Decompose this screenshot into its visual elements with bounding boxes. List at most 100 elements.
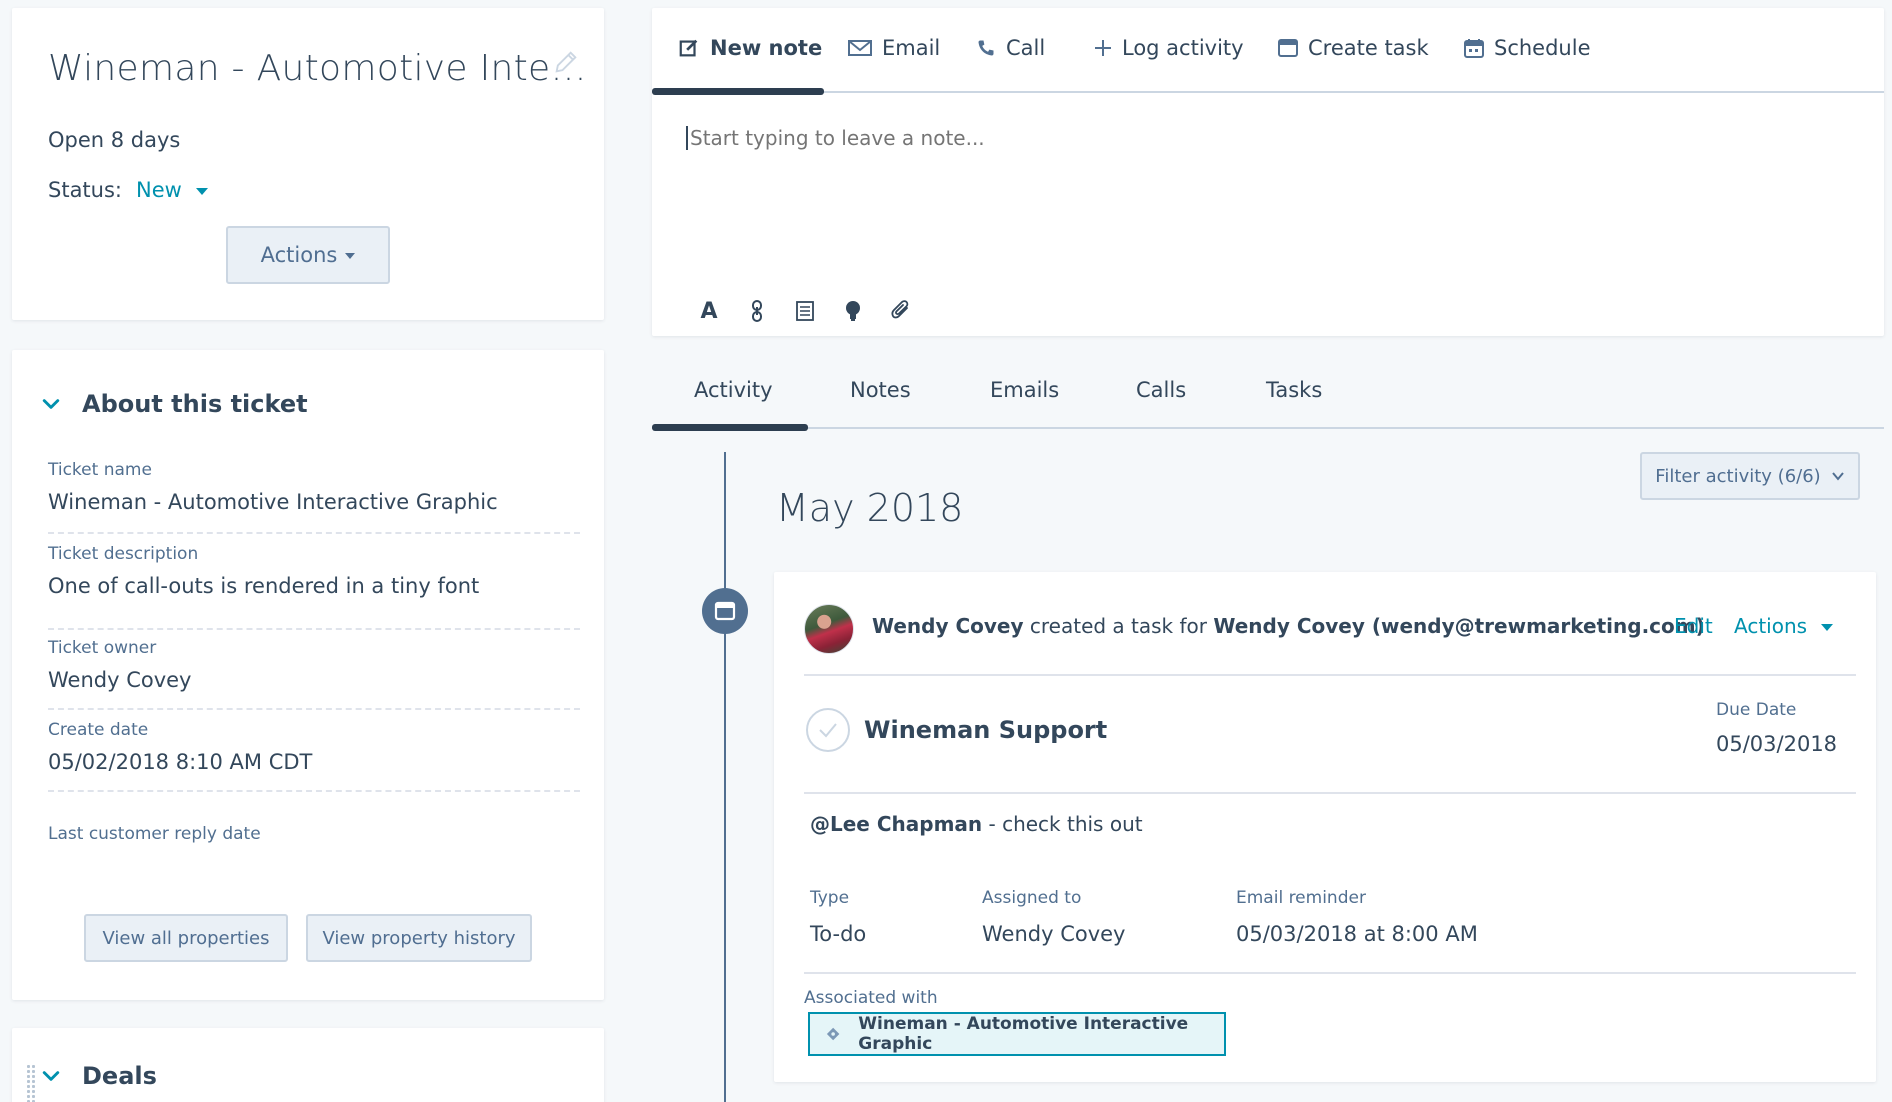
property-value[interactable]: 05/02/2018 8:10 AM CDT xyxy=(48,750,580,774)
tab-divider xyxy=(652,91,1884,93)
open-days: Open 8 days xyxy=(48,128,181,152)
caret-down-icon xyxy=(345,253,356,259)
plus-icon xyxy=(1095,40,1111,56)
property-value[interactable]: One of call-outs is rendered in a tiny f… xyxy=(48,574,580,598)
task-author[interactable]: Wendy Covey xyxy=(872,614,1024,638)
ticket-title: Wineman - Automotive Inte… xyxy=(48,48,587,89)
status-dropdown[interactable]: New xyxy=(136,178,182,202)
tab-emails[interactable]: Emails xyxy=(990,378,1059,402)
pencil-icon[interactable] xyxy=(552,48,580,76)
ticket-icon xyxy=(826,1027,840,1041)
deals-section-toggle[interactable]: Deals xyxy=(42,1062,157,1090)
deals-heading: Deals xyxy=(82,1062,157,1090)
divider xyxy=(804,972,1856,974)
drag-handle-icon[interactable] xyxy=(26,1064,36,1102)
tab-new-note[interactable]: New note xyxy=(678,36,822,60)
about-ticket-card: About this ticket Ticket name Wineman - … xyxy=(12,350,604,1000)
edit-icon xyxy=(679,39,698,57)
property-create-date[interactable]: Create date 05/02/2018 8:10 AM CDT xyxy=(48,720,580,792)
due-date-label: Due Date xyxy=(1716,700,1797,720)
property-value[interactable]: Wendy Covey xyxy=(48,668,580,692)
tab-label: Call xyxy=(1006,36,1046,60)
status-line: Status: New xyxy=(48,178,208,202)
composer-card: New note Email Call Log activity Create … xyxy=(652,8,1884,336)
tab-email[interactable]: Email xyxy=(848,36,940,60)
property-label: Last customer reply date xyxy=(48,824,261,844)
tab-notes[interactable]: Notes xyxy=(850,378,911,402)
task-actions-dropdown[interactable]: Actions xyxy=(1734,614,1834,638)
timeline-line xyxy=(724,452,726,1102)
task-body: @Lee Chapman - check this out xyxy=(810,812,1143,836)
lightbulb-icon[interactable] xyxy=(840,298,866,324)
property-label: Create date xyxy=(48,720,149,740)
document-icon[interactable] xyxy=(792,298,818,324)
tab-calls[interactable]: Calls xyxy=(1136,378,1186,402)
tab-activity[interactable]: Activity xyxy=(694,378,773,402)
tab-create-task[interactable]: Create task xyxy=(1278,36,1429,60)
assigned-to-value[interactable]: Wendy Covey xyxy=(982,922,1125,946)
task-body-text: - check this out xyxy=(982,812,1143,836)
about-section-toggle[interactable]: About this ticket xyxy=(42,390,308,418)
tab-tasks[interactable]: Tasks xyxy=(1266,378,1322,402)
assigned-to-label: Assigned to xyxy=(982,888,1082,908)
about-heading: About this ticket xyxy=(82,390,308,418)
tab-schedule[interactable]: Schedule xyxy=(1464,36,1591,60)
chevron-down-icon xyxy=(1831,472,1844,481)
associated-ticket-chip[interactable]: Wineman - Automotive Interactive Graphic xyxy=(808,1012,1226,1056)
phone-icon xyxy=(978,40,994,56)
email-reminder-label: Email reminder xyxy=(1236,888,1366,908)
task-icon xyxy=(714,601,736,621)
task-verb: created a task for xyxy=(1029,614,1207,638)
property-ticket-owner[interactable]: Ticket owner Wendy Covey xyxy=(48,638,580,710)
activity-active-tab-indicator xyxy=(652,424,808,431)
divider xyxy=(804,674,1856,676)
ticket-summary-card: Wineman - Automotive Inte… Open 8 days S… xyxy=(12,8,604,320)
property-ticket-description[interactable]: Ticket description One of call-outs is r… xyxy=(48,544,580,630)
mention[interactable]: @Lee Chapman xyxy=(810,812,982,836)
email-reminder-value[interactable]: 05/03/2018 at 8:00 AM xyxy=(1236,922,1478,946)
calendar-icon xyxy=(1464,39,1484,58)
tab-label: Email xyxy=(882,36,941,60)
note-input[interactable] xyxy=(686,126,1846,150)
task-title[interactable]: Wineman Support xyxy=(864,716,1107,744)
chevron-down-icon[interactable] xyxy=(195,187,208,195)
associated-with-label: Associated with xyxy=(804,988,938,1008)
chevron-down-icon xyxy=(1821,623,1834,631)
type-value[interactable]: To-do xyxy=(810,922,866,946)
status-label: Status: xyxy=(48,178,122,202)
task-byline: Wendy Covey created a task for Wendy Cov… xyxy=(872,614,1705,638)
task-icon xyxy=(1278,39,1298,57)
property-last-customer-reply[interactable]: Last customer reply date xyxy=(48,824,580,884)
due-date-value[interactable]: 05/03/2018 xyxy=(1716,732,1837,756)
filter-activity-button[interactable]: Filter activity (6/6) xyxy=(1640,452,1860,500)
complete-task-checkbox[interactable] xyxy=(806,708,850,752)
property-value[interactable]: Wineman - Automotive Interactive Graphic xyxy=(48,490,580,514)
view-all-properties-button[interactable]: View all properties xyxy=(84,914,288,962)
paperclip-icon[interactable] xyxy=(888,298,914,324)
task-actions-label: Actions xyxy=(1734,614,1808,638)
filter-activity-label: Filter activity (6/6) xyxy=(1655,465,1821,487)
avatar xyxy=(804,604,854,654)
task-target[interactable]: Wendy Covey (wendy@trewmarketing.com) xyxy=(1213,614,1704,638)
task-edit-link[interactable]: Edit xyxy=(1674,614,1713,638)
type-label: Type xyxy=(810,888,850,908)
tab-label: Create task xyxy=(1308,36,1429,60)
task-timeline-node xyxy=(702,588,748,634)
property-label: Ticket description xyxy=(48,544,199,564)
link-icon[interactable] xyxy=(744,298,770,324)
chevron-down-icon xyxy=(42,1071,60,1081)
actions-button[interactable]: Actions xyxy=(226,226,390,284)
text-style-icon[interactable]: A xyxy=(696,298,722,324)
tab-call[interactable]: Call xyxy=(976,36,1045,60)
tab-label: Schedule xyxy=(1494,36,1591,60)
view-property-history-button[interactable]: View property history xyxy=(306,914,532,962)
actions-button-label: Actions xyxy=(260,243,338,267)
deals-card: Deals xyxy=(12,1028,604,1102)
envelope-icon xyxy=(848,40,872,56)
tab-log-activity[interactable]: Log activity xyxy=(1094,36,1244,60)
timeline-month: May 2018 xyxy=(776,486,964,530)
tab-label: Log activity xyxy=(1122,36,1244,60)
check-icon xyxy=(819,723,837,738)
active-tab-indicator xyxy=(652,88,824,95)
property-ticket-name[interactable]: Ticket name Wineman - Automotive Interac… xyxy=(48,460,580,534)
